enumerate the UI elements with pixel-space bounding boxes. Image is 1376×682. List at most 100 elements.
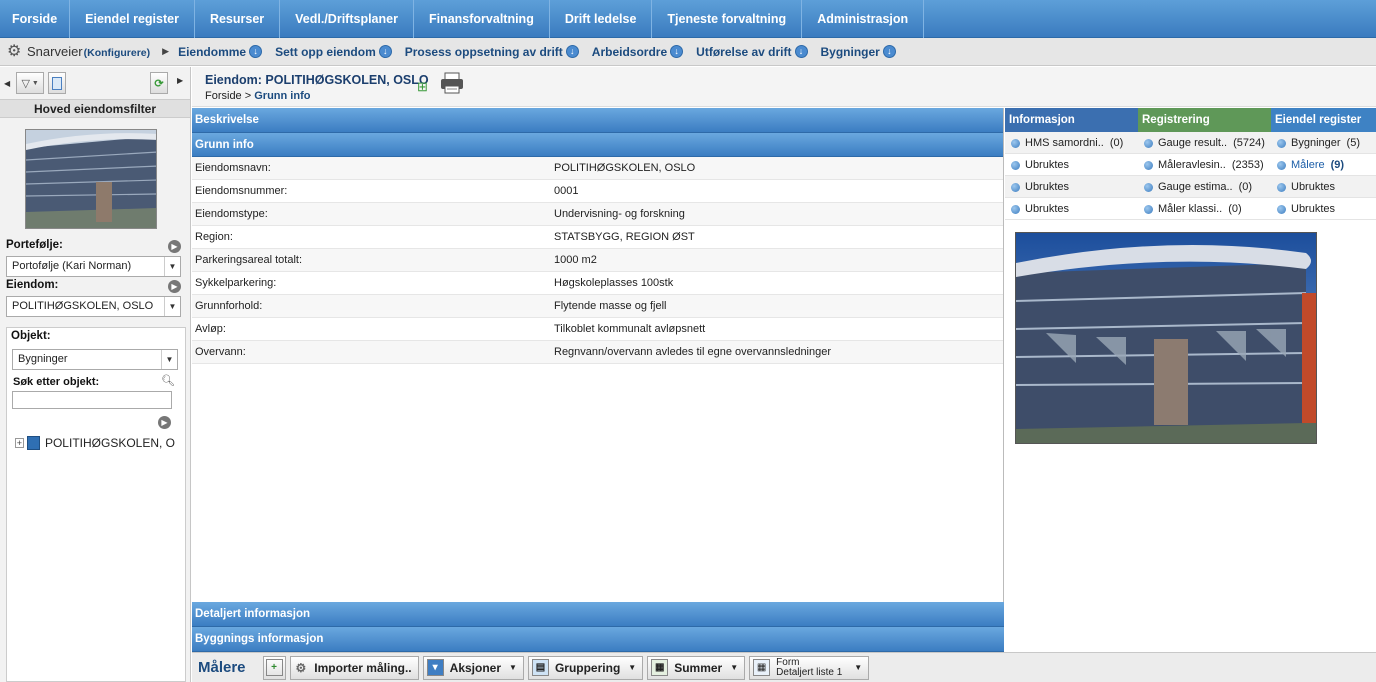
link-item[interactable]: Måleravlesin.. (2353) — [1138, 154, 1271, 176]
arrow-down-icon[interactable]: ↓ — [378, 45, 392, 58]
nav-item[interactable]: Forside — [0, 0, 71, 38]
expand-plus-icon[interactable]: + — [15, 438, 24, 448]
printer-icon[interactable] — [440, 72, 464, 94]
header-informasjon[interactable]: Informasjon — [1005, 108, 1138, 132]
expand-right-icon[interactable]: ▶ — [177, 76, 183, 85]
link-count: (5) — [1346, 137, 1360, 149]
arrow-down-icon[interactable]: ↓ — [882, 45, 896, 58]
form-select[interactable]: ▦ Form Detaljert liste 1 ▼ — [749, 655, 870, 680]
arrow-down-icon[interactable]: ↓ — [794, 45, 808, 58]
nav-item[interactable]: Drift ledelse — [550, 0, 653, 38]
arrow-down-icon[interactable]: ↓ — [249, 45, 263, 58]
link-item[interactable]: Gauge result.. (5724) — [1138, 132, 1271, 154]
object-select[interactable]: Bygninger ▼ — [12, 349, 178, 370]
link-item[interactable]: Ubruktes — [1271, 198, 1376, 220]
link-item[interactable]: Målere (9) — [1271, 154, 1376, 176]
link-item[interactable]: Måler klassi.. (0) — [1138, 198, 1271, 220]
row-key: Eiendomsnummer: — [195, 185, 288, 197]
arrow-down-icon[interactable]: ↓ — [565, 45, 579, 58]
link-count: (0) — [1109, 137, 1124, 149]
collapse-left-icon[interactable]: ◀ — [4, 79, 10, 88]
document-button[interactable] — [48, 72, 67, 94]
object-search-input[interactable] — [12, 391, 172, 409]
import-label: Importer måling.. — [314, 660, 412, 675]
gear-icon: ⚙ — [295, 660, 307, 675]
link-item[interactable]: HMS samordni.. (0) — [1005, 132, 1138, 154]
breadcrumb-home[interactable]: Forside — [205, 90, 242, 102]
hierarchy-icon[interactable]: ⊞ — [417, 80, 431, 94]
sums-button[interactable]: ▦ Summer ▼ — [647, 655, 746, 680]
row-key: Sykkelparkering: — [195, 277, 277, 289]
table-row: Grunnforhold: Flytende masse og fjell — [192, 295, 1003, 318]
link-label: Målere — [1291, 159, 1325, 171]
triangle-right-icon: ▶ — [162, 46, 170, 56]
object-value: Bygninger — [18, 353, 68, 365]
nav-item[interactable]: Administrasjon — [802, 0, 925, 38]
actions-button[interactable]: ▾ Aksjoner ▼ — [422, 655, 524, 680]
section-grunn-info[interactable]: Grunn info — [192, 133, 1003, 157]
nav-item[interactable]: Finansforvaltning — [414, 0, 550, 38]
nav-item[interactable]: Resurser — [195, 0, 281, 38]
bullet-icon — [1277, 160, 1286, 170]
play-icon[interactable]: ▶ — [168, 280, 181, 293]
link-item[interactable]: Ubruktes — [1005, 176, 1138, 198]
tree-item-label: POLITIHØGSKOLEN, O — [44, 436, 175, 450]
tree-item[interactable]: + POLITIHØGSKOLEN, O — [15, 436, 175, 450]
table-icon: ▦ — [651, 659, 669, 676]
row-key: Grunnforhold: — [195, 300, 263, 312]
add-record-icon: + — [265, 659, 283, 676]
header-registrering[interactable]: Registrering — [1138, 108, 1271, 132]
link-item[interactable]: Gauge estima.. (0) — [1138, 176, 1271, 198]
row-key: Avløp: — [195, 323, 226, 335]
shortcut-item[interactable]: Sett opp eiendom ↓ — [275, 45, 392, 59]
section-detaljert[interactable]: Detaljert informasjon — [192, 602, 1004, 627]
nav-item[interactable]: Vedl./Driftsplaner — [280, 0, 414, 38]
bullet-icon — [1144, 160, 1153, 170]
actions-label: Aksjoner — [449, 660, 502, 675]
link-label: Ubruktes — [1025, 203, 1070, 215]
shortcut-item[interactable]: Eiendomme ↓ — [178, 45, 263, 59]
nav-item[interactable]: Tjeneste forvaltning — [652, 0, 803, 38]
bottom-toolbar: Målere + ⚙ Importer måling.. ▾ Aksjoner ▼ ▤… — [192, 652, 1376, 682]
chevron-down-icon: ▼ — [161, 350, 177, 369]
link-item[interactable]: Ubruktes — [1005, 198, 1138, 220]
sums-label: Summer — [674, 660, 723, 675]
refresh-button[interactable]: ⟳ — [150, 72, 168, 94]
bullet-icon — [1011, 182, 1020, 192]
link-item[interactable]: Ubruktes — [1271, 176, 1376, 198]
shortcut-item[interactable]: Bygninger ↓ — [821, 45, 896, 59]
link-item[interactable]: Ubruktes — [1005, 154, 1138, 176]
shortcut-item[interactable]: Prosess oppsetning av drift ↓ — [405, 45, 579, 59]
play-icon[interactable]: ▶ — [158, 416, 171, 429]
bullet-icon — [1144, 138, 1153, 148]
shortcut-item[interactable]: Arbeidsordre ↓ — [592, 45, 684, 59]
section-bygning[interactable]: Byggnings informasjon — [192, 627, 1004, 652]
property-select[interactable]: POLITIHØGSKOLEN, OSLO ▼ — [6, 296, 181, 317]
left-filter-panel: ◀ ▽ ▼ ⟳ ▶ Hoved eiendomsfilter Portefølje… — [0, 67, 191, 682]
table-row: Eiendomsnummer: 0001 — [192, 180, 1003, 203]
section-beskrivelse[interactable]: Beskrivelse — [192, 108, 1003, 133]
search-icon[interactable]: 🔍︎ — [161, 374, 175, 387]
row-key: Eiendomstype: — [195, 208, 268, 220]
nav-item[interactable]: Eiendel register — [70, 0, 195, 38]
configure-link[interactable]: (Konfigurere) — [84, 47, 151, 59]
row-value: STATSBYGG, REGION ØST — [554, 231, 695, 243]
arrow-down-icon[interactable]: ↓ — [670, 45, 684, 58]
link-label: Ubruktes — [1025, 159, 1070, 171]
import-button[interactable]: ⚙ Importer måling.. — [289, 655, 419, 680]
shortcut-item[interactable]: Utførelse av drift ↓ — [696, 45, 808, 59]
refresh-icon: ⟳ — [154, 77, 164, 90]
gear-icon[interactable]: ⚙ — [7, 43, 23, 60]
chevron-down-icon: ▼ — [164, 297, 180, 316]
link-item[interactable]: Bygninger (5) — [1271, 132, 1376, 154]
filter-button[interactable]: ▽ ▼ — [16, 72, 45, 94]
link-label: HMS samordni.. — [1025, 137, 1104, 149]
add-button[interactable]: + — [262, 655, 286, 680]
bullet-icon — [1011, 204, 1020, 214]
header-eiendel-register[interactable]: Eiendel register — [1271, 108, 1376, 132]
table-row: Avløp: Tilkoblet kommunalt avløpsnett — [192, 318, 1003, 341]
portfolio-select[interactable]: Portofølje (Kari Norman) ▼ — [6, 256, 181, 277]
left-toolbar: ◀ ▽ ▼ ⟳ ▶ — [0, 67, 190, 99]
play-icon[interactable]: ▶ — [168, 240, 181, 253]
grouping-button[interactable]: ▤ Gruppering ▼ — [527, 655, 644, 680]
